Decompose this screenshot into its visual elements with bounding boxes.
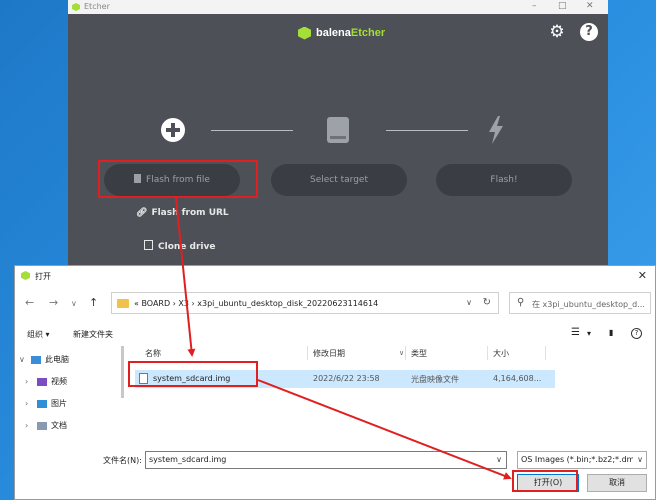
arrow-to-open-button [257, 379, 512, 480]
arrow-to-file [175, 197, 196, 357]
annotation-arrows [175, 197, 512, 480]
